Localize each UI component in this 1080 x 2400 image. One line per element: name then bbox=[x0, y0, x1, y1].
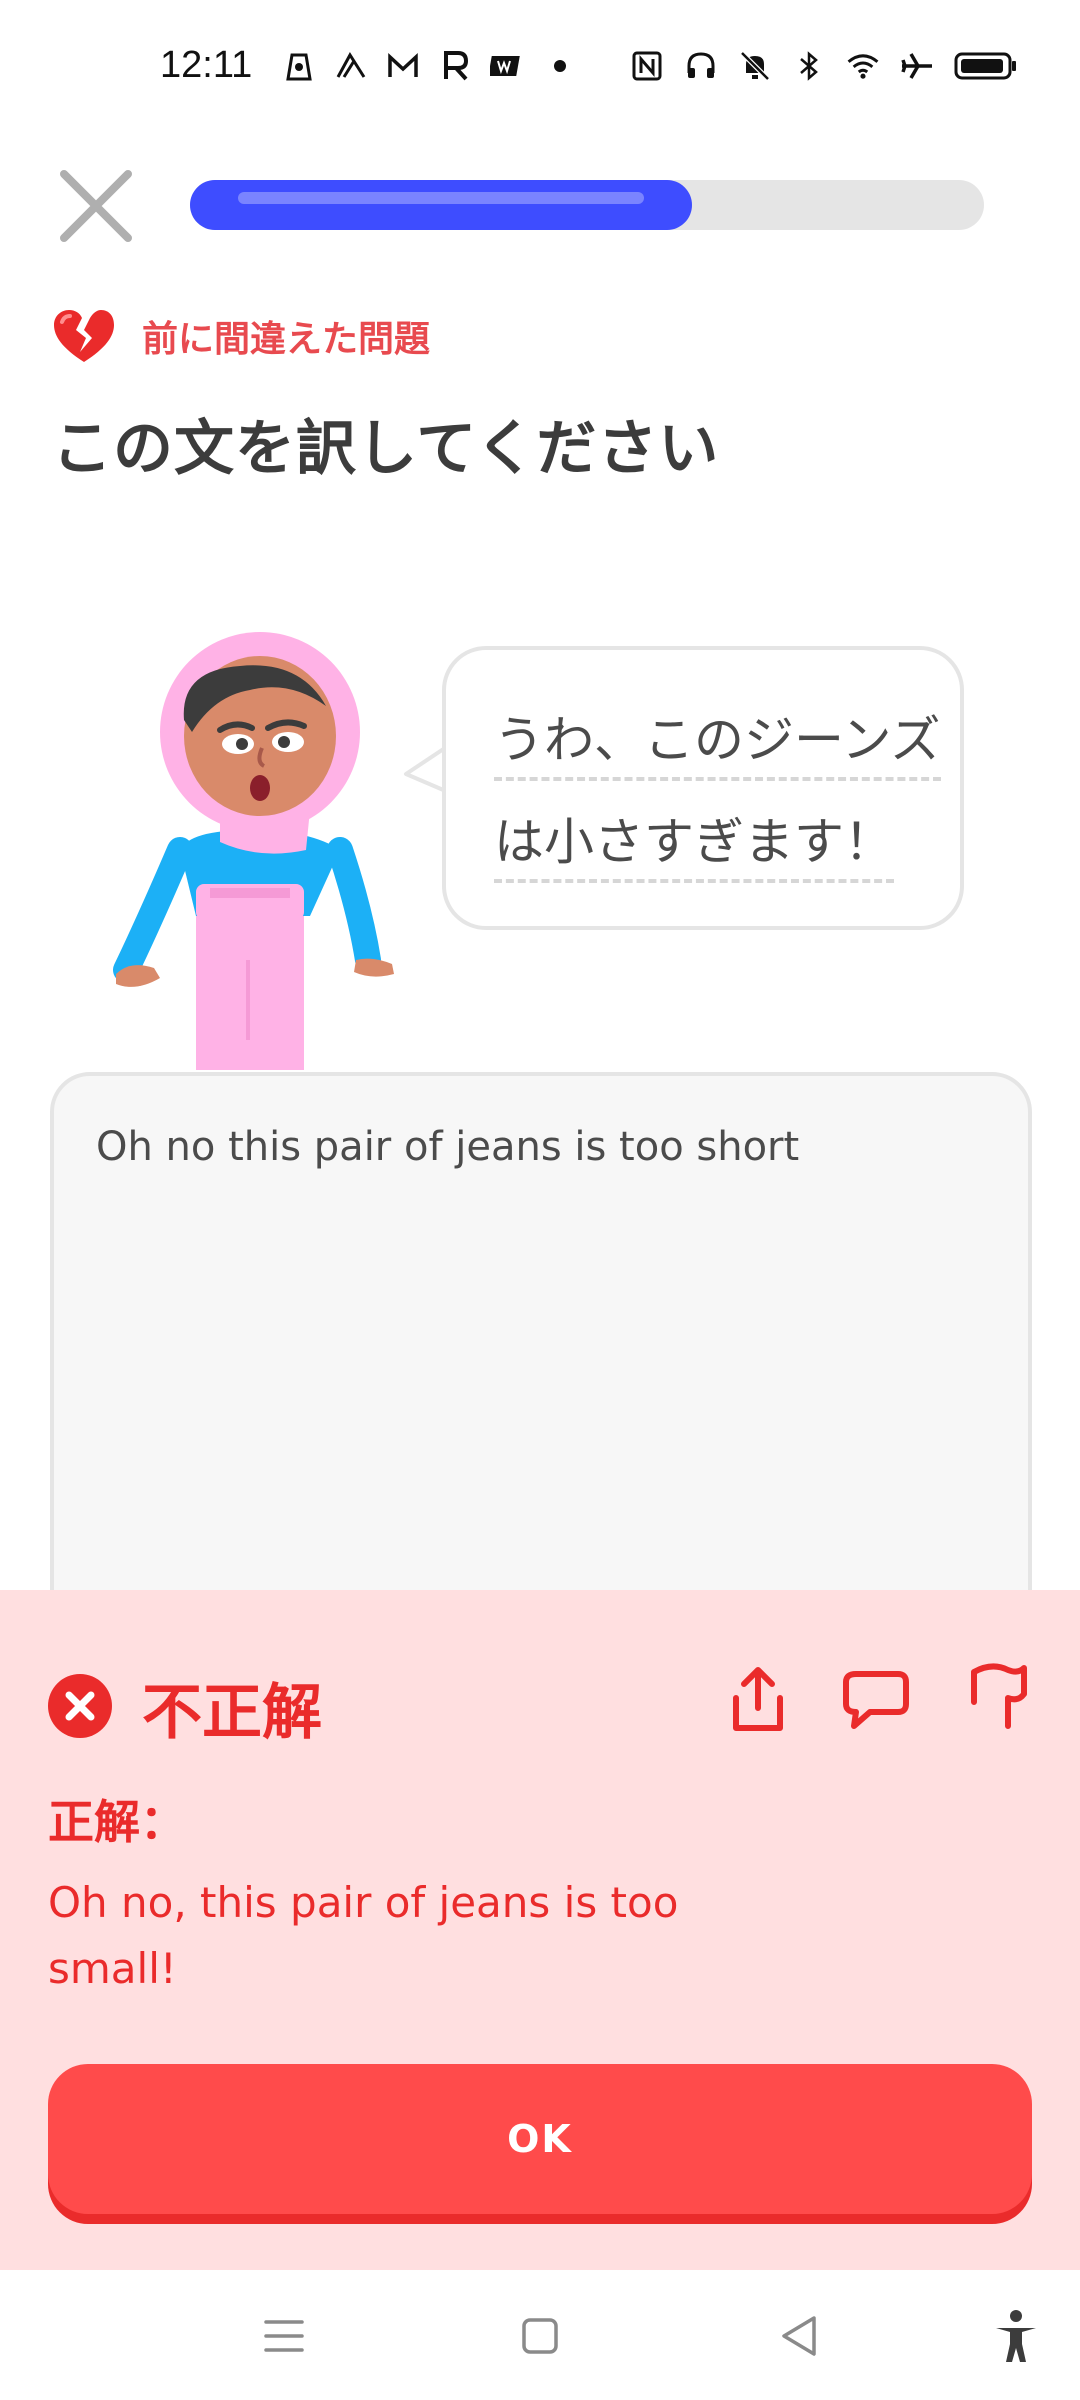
comment-icon bbox=[843, 1671, 909, 1729]
answer-text: Oh no this pair of jeans is too short bbox=[96, 1124, 800, 1170]
ww-app-icon bbox=[490, 49, 524, 83]
speech-bubble: うわ、このジーンズ は小さすぎます！ bbox=[442, 646, 964, 930]
accessibility-button[interactable] bbox=[986, 2306, 1046, 2366]
gas-app-icon bbox=[282, 49, 316, 83]
close-button[interactable] bbox=[56, 166, 136, 246]
more-notifications-dot bbox=[554, 60, 566, 72]
back-icon bbox=[782, 2316, 816, 2356]
share-button[interactable] bbox=[722, 1664, 794, 1736]
back-button[interactable] bbox=[770, 2306, 830, 2366]
status-time: 12:11 bbox=[160, 44, 253, 86]
report-button[interactable] bbox=[962, 1660, 1034, 1732]
broken-heart-icon bbox=[54, 310, 114, 362]
wifi-icon bbox=[846, 49, 880, 83]
ok-button-label: OK bbox=[507, 2117, 573, 2161]
discussion-button[interactable] bbox=[840, 1664, 912, 1736]
prompt-line-2[interactable]: は小さすぎます！ bbox=[494, 802, 894, 883]
prompt-word[interactable]: うわ、このジーンズ bbox=[494, 711, 941, 781]
mistake-label: 前に間違えた問題 bbox=[142, 319, 431, 360]
notification-icons bbox=[282, 44, 578, 88]
mute-icon bbox=[738, 49, 772, 83]
r-app-icon bbox=[438, 49, 472, 83]
accessibility-icon bbox=[996, 2310, 1036, 2362]
gmail-icon bbox=[386, 49, 420, 83]
swirl-app-icon bbox=[334, 49, 368, 83]
correct-answer-label: 正解： bbox=[48, 1795, 186, 1849]
lesson-progress-highlight bbox=[238, 192, 644, 204]
incorrect-icon bbox=[48, 1674, 112, 1738]
share-icon bbox=[733, 1667, 783, 1731]
character-illustration bbox=[113, 632, 394, 1070]
result-title: 不正解 bbox=[142, 1678, 322, 1748]
battery-icon bbox=[954, 49, 1018, 83]
system-icons bbox=[630, 44, 1018, 88]
headset-icon bbox=[684, 49, 718, 83]
page-title: この文を訳してください bbox=[52, 414, 720, 484]
home-button[interactable] bbox=[510, 2306, 570, 2366]
lesson-progress-fill bbox=[190, 180, 692, 230]
menu-icon bbox=[264, 2320, 304, 2352]
recents-button[interactable] bbox=[254, 2306, 314, 2366]
airplane-icon bbox=[900, 49, 934, 83]
nfc-icon bbox=[630, 49, 664, 83]
correct-answer-text: Oh no, this pair of jeans is too small! bbox=[48, 1878, 679, 1993]
ok-button[interactable]: OK bbox=[48, 2064, 1032, 2214]
previous-mistake-badge: 前に間違えた問題 bbox=[52, 306, 430, 366]
prompt-line-1[interactable]: うわ、このジーンズ bbox=[494, 700, 941, 781]
close-icon bbox=[60, 170, 132, 242]
home-icon bbox=[522, 2318, 558, 2354]
prompt-word[interactable]: は小さすぎます！ bbox=[494, 813, 894, 883]
flag-icon bbox=[971, 1663, 1027, 1729]
bluetooth-icon bbox=[792, 49, 826, 83]
